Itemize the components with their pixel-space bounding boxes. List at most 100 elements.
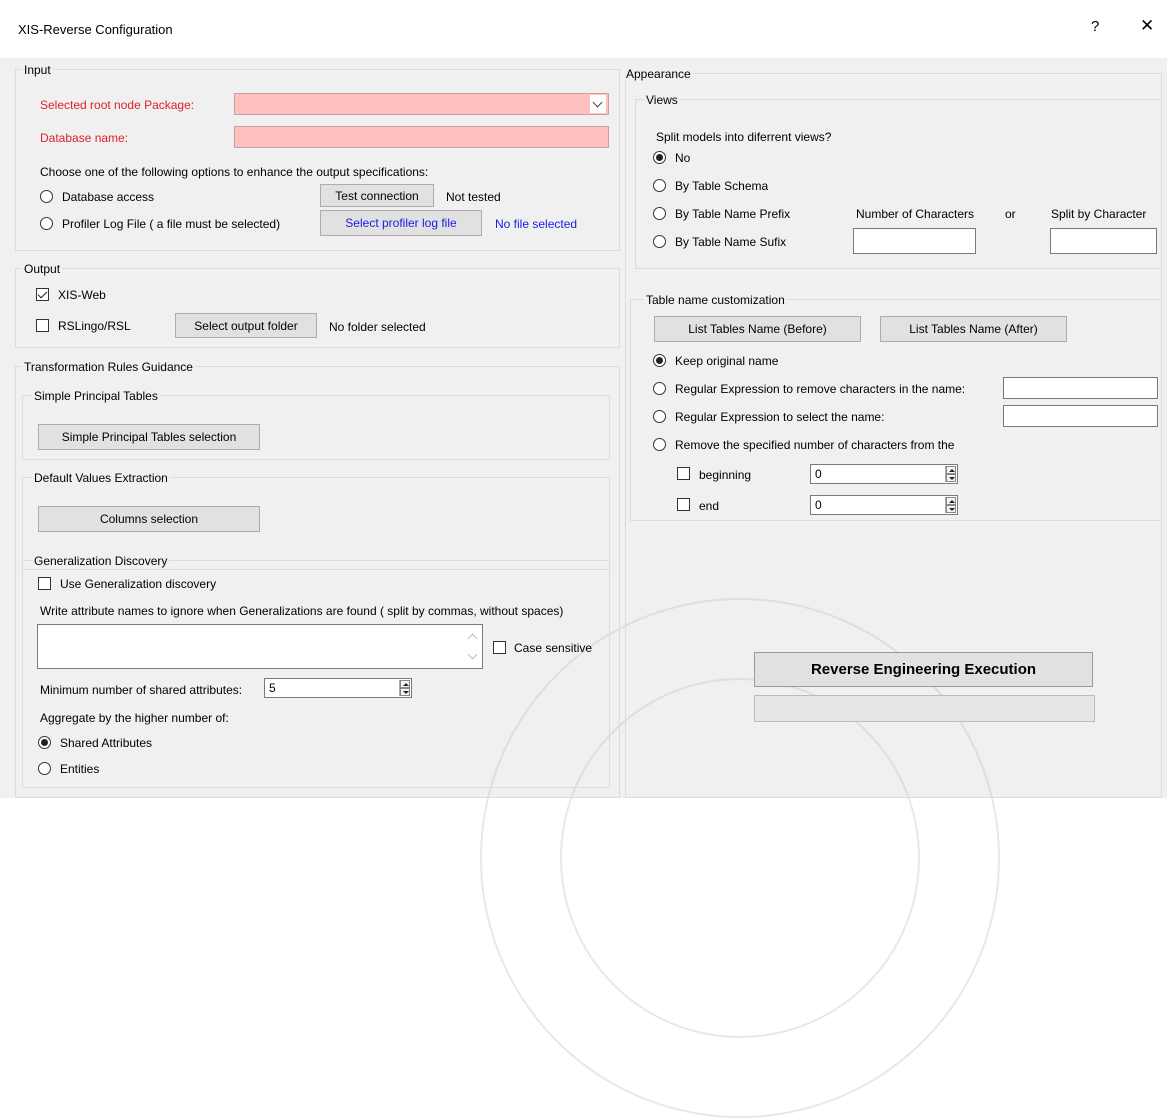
case-sensitive-label: Case sensitive xyxy=(514,641,593,655)
rules-legend: Transformation Rules Guidance xyxy=(22,360,195,374)
ignore-text: Write attribute names to ignore when Gen… xyxy=(40,604,564,618)
num-chars-field[interactable] xyxy=(853,228,976,254)
end-stepper-buttons[interactable] xyxy=(945,497,956,513)
chevron-down-icon[interactable] xyxy=(590,95,606,113)
title-bar: XIS-Reverse Configuration ? ✕ xyxy=(0,0,1167,58)
select-output-button[interactable]: Select output folder xyxy=(175,313,317,338)
dialog-client: Input Selected root node Package: Databa… xyxy=(0,58,1167,1118)
rslingo-checkbox[interactable] xyxy=(36,319,49,332)
use-generalization-label: Use Generalization discovery xyxy=(60,577,217,591)
output-group xyxy=(15,268,620,348)
end-checkbox[interactable] xyxy=(677,498,690,511)
views-no-radio[interactable] xyxy=(653,151,666,164)
end-label: end xyxy=(699,499,720,513)
root-node-label: Selected root node Package: xyxy=(40,98,195,112)
split-char-field[interactable] xyxy=(1050,228,1157,254)
stepper-down-icon[interactable] xyxy=(946,474,956,482)
db-name-field[interactable] xyxy=(234,126,609,148)
aggregate-label: Aggregate by the higher number of: xyxy=(40,711,229,725)
list-before-button[interactable]: List Tables Name (Before) xyxy=(654,316,861,342)
regex-remove-field[interactable] xyxy=(1003,377,1158,399)
generalization-legend: Generalization Discovery xyxy=(32,554,170,568)
root-node-combo[interactable] xyxy=(234,93,609,115)
or-label: or xyxy=(1005,207,1016,221)
views-legend: Views xyxy=(644,93,680,107)
by-schema-label: By Table Schema xyxy=(675,179,769,193)
beginning-stepper-buttons[interactable] xyxy=(945,466,956,482)
stepper-down-icon[interactable] xyxy=(400,688,410,696)
shared-attributes-label: Shared Attributes xyxy=(60,736,153,750)
database-access-label: Database access xyxy=(62,190,155,204)
min-shared-stepper[interactable]: 5 xyxy=(264,678,412,698)
textarea-scrollbar[interactable] xyxy=(465,625,482,668)
scroll-up-icon[interactable] xyxy=(467,633,478,644)
case-sensitive-checkbox[interactable] xyxy=(493,641,506,654)
simple-principal-button[interactable]: Simple Principal Tables selection xyxy=(38,424,260,450)
xis-web-label: XIS-Web xyxy=(58,288,106,302)
keep-original-label: Keep original name xyxy=(675,354,779,368)
regex-select-field[interactable] xyxy=(1003,405,1158,427)
execution-progress-bar xyxy=(754,695,1095,722)
stepper-up-icon[interactable] xyxy=(946,466,956,474)
beginning-stepper[interactable]: 0 xyxy=(810,464,958,484)
split-question: Split models into diferrent views? xyxy=(656,130,832,144)
profiler-status: No file selected xyxy=(495,217,578,231)
columns-selection-button[interactable]: Columns selection xyxy=(38,506,260,532)
profiler-log-radio[interactable] xyxy=(40,217,53,230)
by-sufix-label: By Table Name Sufix xyxy=(675,235,787,249)
by-schema-radio[interactable] xyxy=(653,179,666,192)
window-title: XIS-Reverse Configuration xyxy=(18,22,173,37)
stepper-buttons[interactable] xyxy=(399,680,410,696)
regex-select-label: Regular Expression to select the name: xyxy=(675,410,885,424)
use-generalization-checkbox[interactable] xyxy=(38,577,51,590)
table-name-legend: Table name customization xyxy=(644,293,787,307)
test-connection-button[interactable]: Test connection xyxy=(320,184,434,207)
reverse-engineering-button[interactable]: Reverse Engineering Execution xyxy=(754,652,1093,687)
options-text: Choose one of the following options to e… xyxy=(40,165,429,179)
num-chars-label: Number of Characters xyxy=(856,207,975,221)
shared-attributes-radio[interactable] xyxy=(38,736,51,749)
ignore-attributes-textarea[interactable] xyxy=(37,624,483,669)
simple-legend: Simple Principal Tables xyxy=(32,389,160,403)
views-no-label: No xyxy=(675,151,691,165)
list-after-button[interactable]: List Tables Name (After) xyxy=(880,316,1067,342)
rslingo-label: RSLingo/RSL xyxy=(58,319,131,333)
split-by-char-label: Split by Character xyxy=(1051,207,1147,221)
remove-number-radio[interactable] xyxy=(653,438,666,451)
entities-label: Entities xyxy=(60,762,100,776)
min-shared-label: Minimum number of shared attributes: xyxy=(40,683,243,697)
database-access-radio[interactable] xyxy=(40,190,53,203)
close-icon[interactable]: ✕ xyxy=(1140,16,1154,36)
by-sufix-radio[interactable] xyxy=(653,235,666,248)
beginning-label: beginning xyxy=(699,468,752,482)
end-stepper[interactable]: 0 xyxy=(810,495,958,515)
folder-status: No folder selected xyxy=(329,320,426,334)
min-shared-value: 5 xyxy=(269,681,276,695)
xis-web-checkbox[interactable] xyxy=(36,288,49,301)
by-prefix-radio[interactable] xyxy=(653,207,666,220)
help-icon[interactable]: ? xyxy=(1091,18,1099,35)
db-name-label: Database name: xyxy=(40,131,129,145)
default-values-legend: Default Values Extraction xyxy=(32,471,170,485)
select-profiler-button[interactable]: Select profiler log file xyxy=(320,210,482,236)
output-legend: Output xyxy=(22,262,63,276)
appearance-legend: Appearance xyxy=(624,67,693,81)
stepper-up-icon[interactable] xyxy=(946,497,956,505)
beginning-checkbox[interactable] xyxy=(677,467,690,480)
beginning-value: 0 xyxy=(815,467,822,481)
regex-remove-label: Regular Expression to remove characters … xyxy=(675,382,966,396)
regex-remove-radio[interactable] xyxy=(653,382,666,395)
by-prefix-label: By Table Name Prefix xyxy=(675,207,791,221)
input-legend: Input xyxy=(22,63,53,77)
entities-radio[interactable] xyxy=(38,762,51,775)
end-value: 0 xyxy=(815,498,822,512)
generalization-group xyxy=(22,560,610,788)
scroll-down-icon[interactable] xyxy=(467,649,478,660)
remove-number-label: Remove the specified number of character… xyxy=(675,438,955,452)
profiler-log-label: Profiler Log File ( a file must be selec… xyxy=(62,217,281,231)
stepper-up-icon[interactable] xyxy=(400,680,410,688)
stepper-down-icon[interactable] xyxy=(946,505,956,513)
connection-status: Not tested xyxy=(446,190,501,204)
keep-original-radio[interactable] xyxy=(653,354,666,367)
regex-select-radio[interactable] xyxy=(653,410,666,423)
